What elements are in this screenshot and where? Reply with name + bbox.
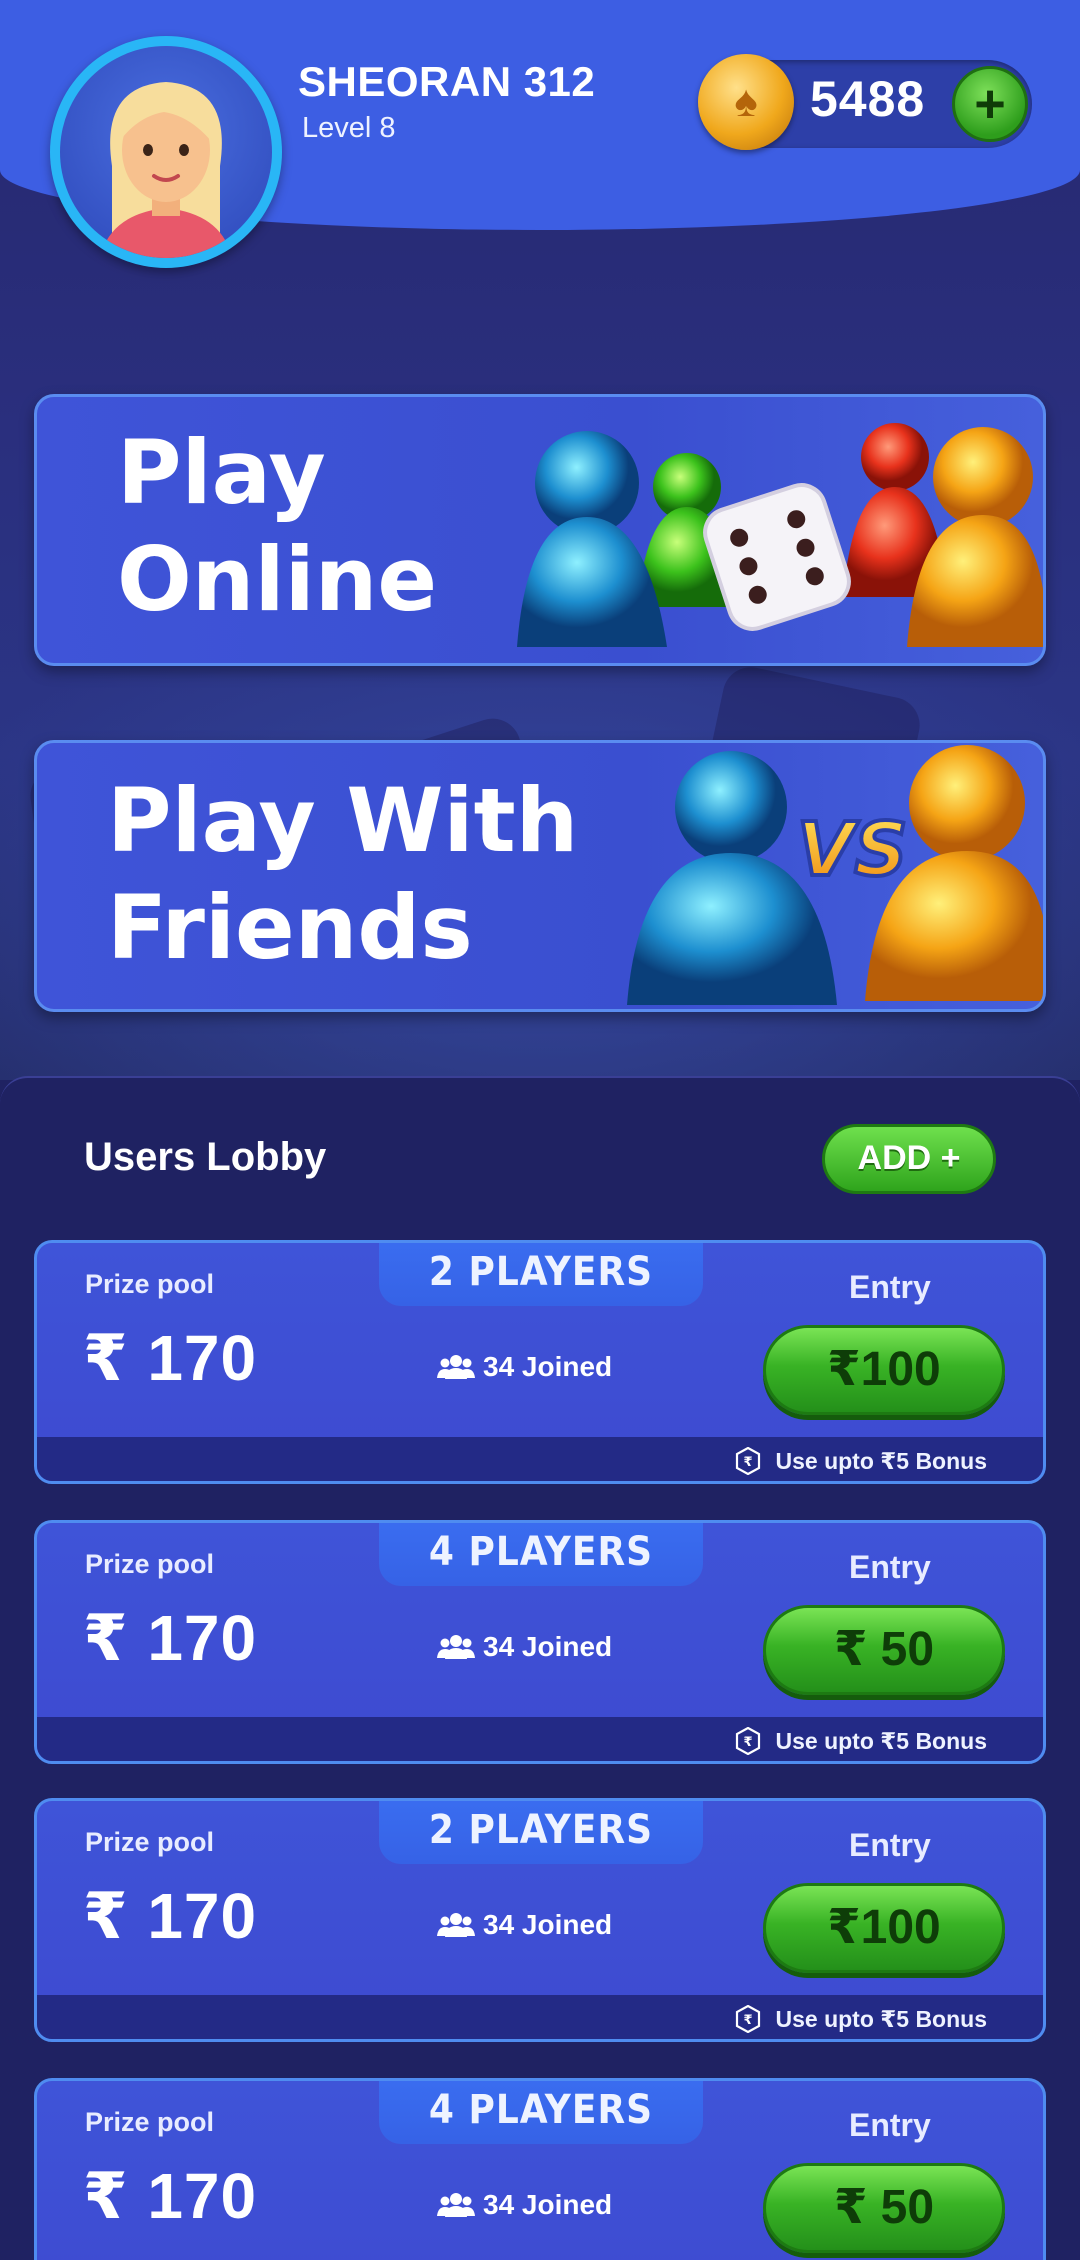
play-online-title: Play Online — [117, 419, 437, 634]
prize-pool-value: ₹ 170 — [83, 1602, 258, 1674]
play-online-line-1: Play — [117, 421, 326, 524]
coin-icon: ♠ — [698, 54, 794, 150]
joined-count: 34 Joined — [437, 1351, 612, 1383]
avatar[interactable] — [50, 36, 282, 268]
ludo-tokens-dice-illustration — [517, 423, 1043, 647]
prize-pool-value: ₹ 170 — [83, 1880, 258, 1952]
entry-label: Entry — [849, 1269, 931, 1305]
joined-text: 34 Joined — [483, 1631, 613, 1662]
users-icon — [437, 1913, 475, 1937]
play-friends-line-2: Friends — [107, 876, 473, 980]
bonus-rupee-icon: ₹ — [736, 1727, 761, 1755]
players-count-tab: 2 PLAYERS — [379, 1243, 703, 1306]
bonus-text: Use upto ₹5 Bonus — [775, 2005, 987, 2032]
play-with-friends-card[interactable]: Play With Friends VS — [34, 740, 1046, 1012]
play-with-friends-title: Play With Friends — [107, 767, 578, 982]
joined-text: 34 Joined — [483, 1909, 613, 1940]
prize-pool-label: Prize pool — [85, 1549, 215, 1579]
joined-count: 34 Joined — [437, 1909, 612, 1941]
svg-text:₹: ₹ — [744, 2013, 753, 2028]
play-friends-line-1: Play With — [107, 769, 579, 872]
players-count-tab: 4 PLAYERS — [379, 2081, 703, 2144]
entry-label: Entry — [849, 1827, 931, 1863]
entry-fee-button[interactable]: ₹ 50 — [763, 1605, 1005, 1695]
bonus-rupee-icon: ₹ — [736, 1447, 761, 1475]
add-coins-button[interactable]: + — [952, 66, 1028, 142]
prize-pool-value: ₹ 170 — [83, 1322, 258, 1394]
lobby-table-card: 4 PLAYERS Prize pool ₹ 170 34 Joined Ent… — [34, 1520, 1046, 1764]
avatar-image — [60, 46, 272, 258]
users-icon — [437, 1635, 475, 1659]
players-count-tab: 4 PLAYERS — [379, 1523, 703, 1586]
prize-pool-label: Prize pool — [85, 1269, 215, 1299]
coin-balance: 5488 — [810, 71, 926, 127]
bonus-info: ₹ Use upto ₹5 Bonus — [735, 1447, 987, 1475]
entry-fee-button[interactable]: ₹ 50 — [763, 2163, 1005, 2253]
entry-fee-button[interactable]: ₹100 — [763, 1325, 1005, 1415]
lobby-table-card: 2 PLAYERS Prize pool ₹ 170 34 Joined Ent… — [34, 1240, 1046, 1484]
add-button[interactable]: ADD + — [822, 1124, 996, 1194]
bonus-rupee-icon: ₹ — [736, 2005, 761, 2033]
prize-pool-label: Prize pool — [85, 1827, 215, 1857]
lobby-title: Users Lobby — [84, 1135, 327, 1179]
users-icon — [437, 1355, 475, 1379]
username: SHEORAN 312 — [298, 58, 596, 105]
bonus-info: ₹ Use upto ₹5 Bonus — [735, 2005, 987, 2033]
lobby-table-card: 4 PLAYERS Prize pool ₹ 170 34 Joined Ent… — [34, 2078, 1046, 2260]
bonus-text: Use upto ₹5 Bonus — [775, 1727, 987, 1754]
bonus-text: Use upto ₹5 Bonus — [775, 1447, 987, 1474]
versus-tokens-illustration: VS — [627, 745, 1043, 1005]
players-count-tab: 2 PLAYERS — [379, 1801, 703, 1864]
plus-icon: + — [974, 74, 1006, 134]
bonus-info: ₹ Use upto ₹5 Bonus — [735, 1727, 987, 1755]
entry-label: Entry — [849, 2107, 931, 2143]
play-online-card[interactable]: Play Online — [34, 394, 1046, 666]
svg-text:₹: ₹ — [744, 1735, 753, 1750]
prize-pool-label: Prize pool — [85, 2107, 215, 2137]
entry-label: Entry — [849, 1549, 931, 1585]
player-level: Level 8 — [302, 112, 396, 144]
play-online-line-2: Online — [117, 528, 438, 632]
entry-fee-button[interactable]: ₹100 — [763, 1883, 1005, 1973]
joined-text: 34 Joined — [483, 2189, 613, 2220]
joined-count: 34 Joined — [437, 1631, 612, 1663]
prize-pool-value: ₹ 170 — [83, 2160, 258, 2232]
lobby-table-card: 2 PLAYERS Prize pool ₹ 170 34 Joined Ent… — [34, 1798, 1046, 2042]
svg-text:₹: ₹ — [744, 1455, 753, 1470]
joined-text: 34 Joined — [483, 1351, 613, 1382]
vs-label: VS — [797, 807, 908, 893]
users-icon — [437, 2193, 475, 2217]
joined-count: 34 Joined — [437, 2189, 612, 2221]
